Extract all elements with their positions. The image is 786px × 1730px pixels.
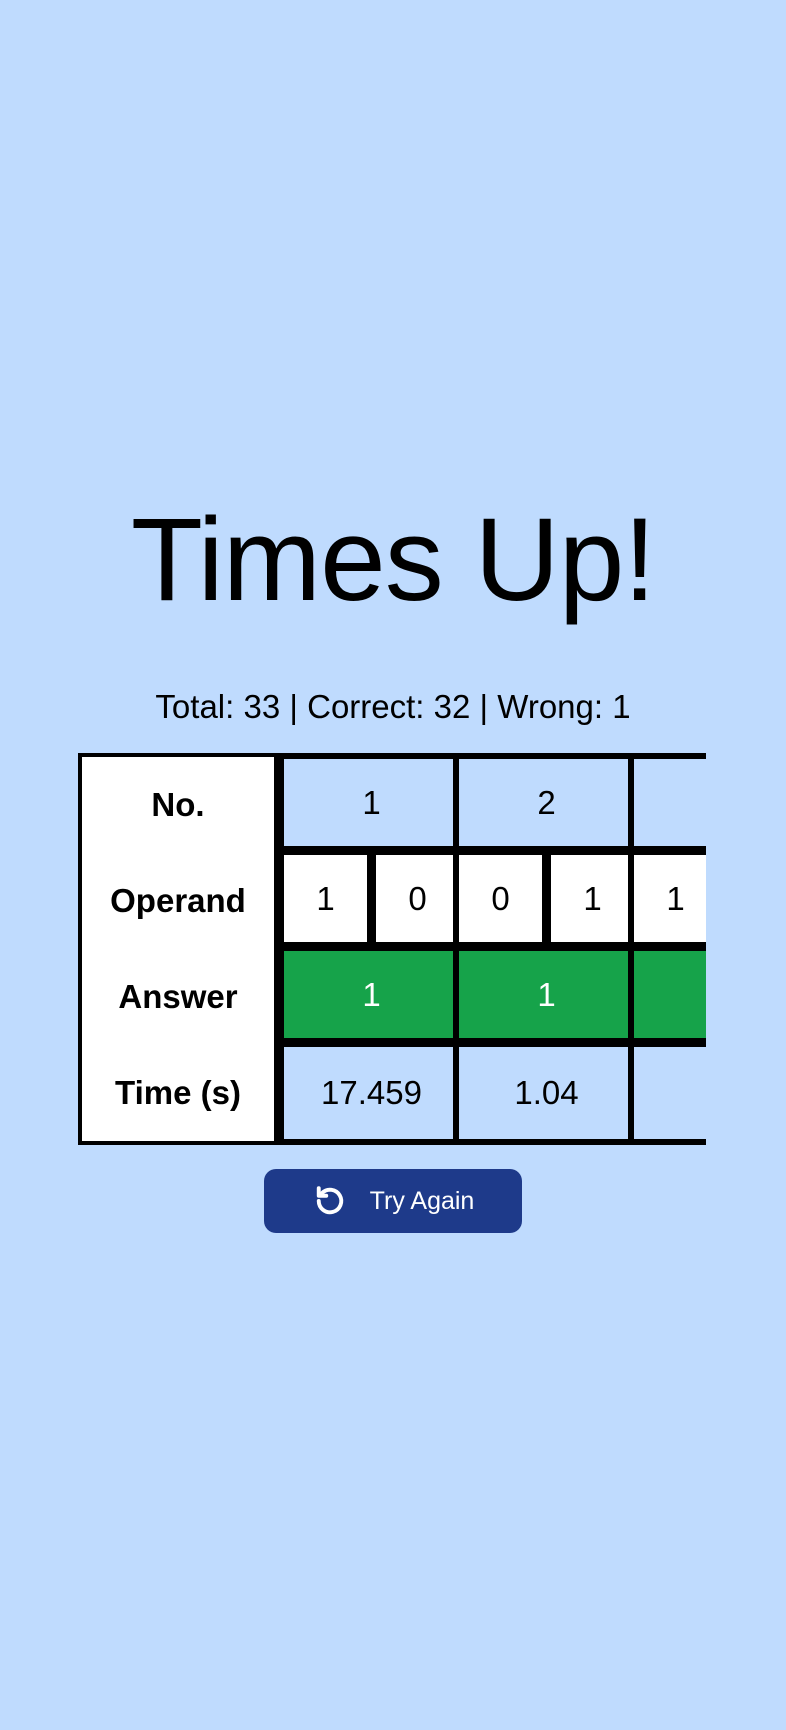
time-cell: 17.459 — [284, 1047, 459, 1139]
operand-b: 0 — [376, 855, 459, 942]
results-table[interactable]: No. Operand Answer Time (s) 1 1 0 1 17.4… — [78, 753, 706, 1145]
total-label: Total: — [155, 688, 244, 725]
operand-cell: 1 — [634, 855, 706, 942]
operand-b: 1 — [551, 855, 634, 942]
time-cell: 1 — [634, 1047, 706, 1139]
time-cell: 1.04 — [459, 1047, 634, 1139]
correct-label: Correct: — [307, 688, 434, 725]
operand-cell: 1 0 — [284, 855, 459, 942]
correct-count: 32 — [433, 688, 471, 725]
row-header-operand: Operand — [110, 882, 246, 919]
result-column: 1 1 — [628, 753, 706, 1145]
wrong-label: Wrong: — [497, 688, 613, 725]
row-header-no: No. — [151, 786, 205, 823]
row-headers: No. Operand Answer Time (s) — [78, 753, 278, 1145]
operand-cell: 0 1 — [459, 855, 634, 942]
operand-a: 0 — [459, 855, 542, 942]
row-header-answer: Answer — [118, 978, 238, 1015]
wrong-count: 1 — [612, 688, 631, 725]
question-number: 2 — [459, 759, 634, 846]
try-again-button[interactable]: Try Again — [264, 1169, 522, 1233]
score-summary: Total: 33 | Correct: 32 | Wrong: 1 — [0, 685, 786, 729]
page-title: Times Up! — [130, 494, 656, 626]
operand-a: 1 — [634, 855, 706, 942]
total-count: 33 — [243, 688, 281, 725]
result-columns: 1 1 0 1 17.459 2 0 1 1 1.04 1 1 — [278, 753, 706, 1145]
result-column: 1 1 0 1 17.459 — [278, 753, 459, 1145]
answer-cell: 1 — [459, 951, 634, 1038]
try-again-label: Try Again — [369, 1186, 475, 1215]
result-column: 2 0 1 1 1.04 — [453, 753, 634, 1145]
operand-a: 1 — [284, 855, 367, 942]
question-number — [634, 759, 706, 846]
refresh-icon — [316, 1186, 343, 1215]
question-number: 1 — [284, 759, 459, 846]
answer-cell: 1 — [284, 951, 459, 1038]
summary-separator: | — [280, 688, 308, 725]
summary-separator: | — [470, 688, 498, 725]
answer-cell — [634, 951, 706, 1038]
row-header-time: Time (s) — [115, 1074, 241, 1111]
